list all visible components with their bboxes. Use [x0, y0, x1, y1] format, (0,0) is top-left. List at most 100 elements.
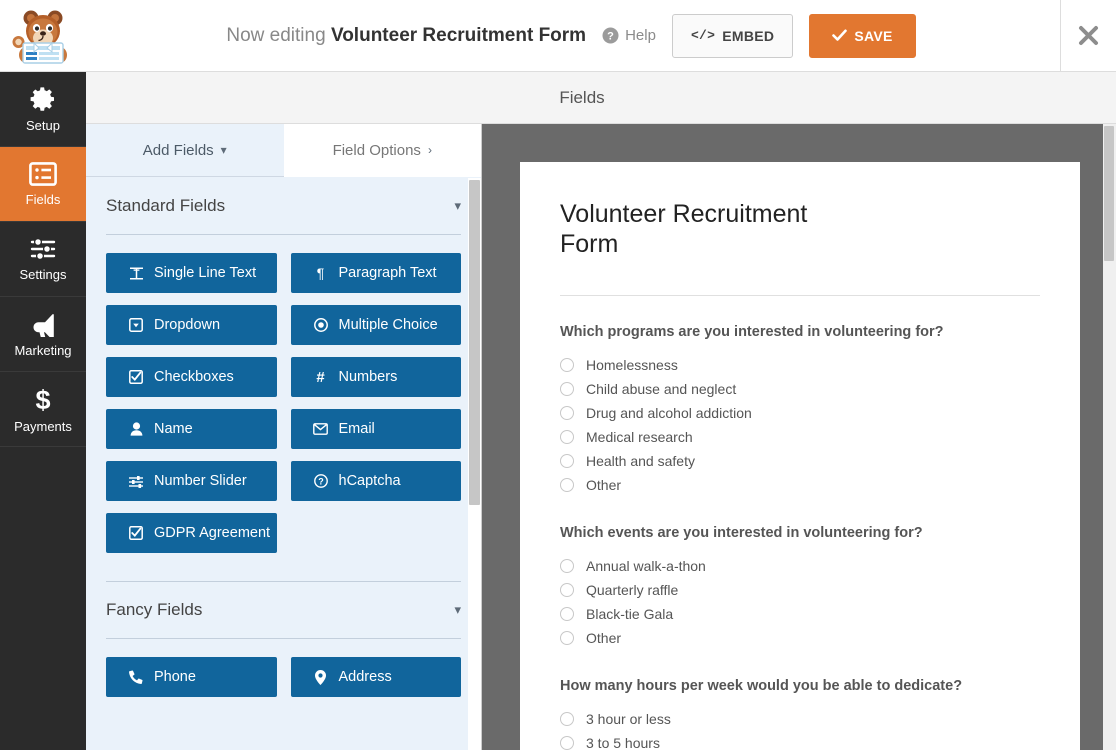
field-question-label: Which events are you interested in volun…	[560, 525, 923, 541]
choice-option[interactable]: Black-tie Gala	[560, 602, 1040, 626]
field-label: Email	[338, 421, 375, 437]
wpforms-logo	[0, 0, 86, 72]
field-button-number-slider[interactable]: Number Slider	[106, 461, 277, 501]
radio-icon[interactable]	[560, 736, 574, 750]
choice-option[interactable]: Child abuse and neglect	[560, 377, 1040, 401]
field-label: Numbers	[338, 369, 398, 385]
svg-text:$: $	[35, 385, 50, 413]
pilcrow-icon: ¶	[316, 265, 325, 281]
sliders-icon	[128, 475, 144, 488]
choice-label: Annual walk-a-thon	[586, 558, 706, 574]
help-label: Help	[625, 27, 656, 44]
sidebar-item-fields[interactable]: Fields	[0, 147, 86, 222]
form-field-question-1[interactable]: Which programs are you interested in vol…	[560, 324, 1040, 497]
tab-add-fields[interactable]: Add Fields ▾	[86, 124, 284, 176]
phone-icon	[128, 670, 144, 684]
radio-icon[interactable]	[560, 559, 574, 573]
choice-label: 3 to 5 hours	[586, 735, 660, 750]
sliders-icon	[30, 237, 56, 261]
embed-button[interactable]: </> EMBED	[671, 13, 794, 58]
field-label: hCaptcha	[338, 473, 401, 489]
radio-icon[interactable]	[560, 454, 574, 468]
choice-option[interactable]: Annual walk-a-thon	[560, 554, 1040, 578]
sidebar-item-payments[interactable]: $ Payments	[0, 372, 86, 447]
field-label: Address	[338, 669, 392, 685]
page-title: Fields	[559, 87, 605, 107]
form-preview-card: Volunteer Recruitment Form Which program…	[520, 162, 1080, 750]
field-button-gdpr-agreement[interactable]: GDPR Agreement	[106, 513, 277, 553]
field-label: Dropdown	[154, 317, 221, 333]
sidebar-item-label: Setup	[26, 118, 60, 133]
radio-icon[interactable]	[560, 358, 574, 372]
sidebar-item-settings[interactable]: Settings	[0, 222, 86, 297]
chevron-down-icon: ▾	[454, 602, 461, 617]
form-field-question-3[interactable]: How many hours per week would you be abl…	[560, 678, 1040, 750]
field-label: Checkboxes	[154, 369, 234, 385]
embed-label: EMBED	[722, 27, 775, 44]
form-preview-area: Volunteer Recruitment Form Which program…	[482, 124, 1116, 750]
choice-option[interactable]: 3 hour or less	[560, 707, 1040, 731]
user-icon	[128, 422, 144, 436]
field-label: Name	[154, 421, 193, 437]
choice-option[interactable]: Health and safety	[560, 449, 1040, 473]
choice-option[interactable]: Other	[560, 473, 1040, 497]
field-button-address[interactable]: Address	[290, 657, 461, 697]
field-button-dropdown[interactable]: Dropdown	[106, 305, 277, 345]
field-button-numbers[interactable]: # Numbers	[290, 357, 461, 397]
header-center: Now editing Volunteer Recruitment Form ?…	[86, 13, 1060, 58]
section-standard-fields-header[interactable]: Standard Fields ▾	[106, 177, 461, 235]
tab-field-options[interactable]: Field Options ›	[283, 124, 481, 177]
radio-icon[interactable]	[560, 631, 574, 645]
radio-icon[interactable]	[560, 478, 574, 492]
fancy-fields-grid: Phone Address	[106, 639, 461, 707]
now-editing-label: Now editing Volunteer Recruitment Form	[226, 25, 586, 47]
panel-tabs: Add Fields ▾ Field Options ›	[86, 124, 481, 177]
sidebar-item-label: Marketing	[14, 342, 72, 358]
close-builder-button[interactable]	[1060, 0, 1116, 72]
save-button[interactable]: SAVE	[809, 13, 916, 58]
field-label: Multiple Choice	[338, 317, 438, 333]
standard-fields-grid: Single Line Text ¶ Paragraph Text Dropdo…	[106, 235, 461, 563]
sidebar-item-setup[interactable]: Setup	[0, 72, 86, 147]
field-button-name[interactable]: Name	[106, 409, 277, 449]
field-button-paragraph-text[interactable]: ¶ Paragraph Text	[290, 253, 461, 293]
field-button-email[interactable]: Email	[290, 409, 461, 449]
choice-option[interactable]: Quarterly raffle	[560, 578, 1040, 602]
choice-option[interactable]: Other	[560, 626, 1040, 650]
choice-option[interactable]: Homelessness	[560, 353, 1040, 377]
field-button-single-line-text[interactable]: Single Line Text	[106, 253, 277, 293]
field-question-label: How many hours per week would you be abl…	[560, 678, 963, 694]
choice-option[interactable]: Drug and alcohol addiction	[560, 401, 1040, 425]
field-button-checkboxes[interactable]: Checkboxes	[106, 357, 277, 397]
check-icon	[832, 29, 848, 41]
choice-option[interactable]: 3 to 5 hours	[560, 731, 1040, 750]
field-button-hcaptcha[interactable]: ? hCaptcha	[290, 461, 461, 501]
form-field-question-2[interactable]: Which events are you interested in volun…	[560, 525, 1040, 650]
left-panel-scrollbar-thumb[interactable]	[469, 180, 480, 505]
choice-option[interactable]: Medical research	[560, 425, 1040, 449]
section-fancy-fields-header[interactable]: Fancy Fields ▾	[106, 581, 461, 639]
field-button-multiple-choice[interactable]: Multiple Choice	[290, 305, 461, 345]
choice-label: Homelessness	[586, 357, 678, 373]
radio-icon[interactable]	[560, 382, 574, 396]
preview-scrollbar-thumb[interactable]	[1104, 126, 1114, 261]
radio-icon[interactable]	[560, 607, 574, 621]
radio-icon[interactable]	[560, 406, 574, 420]
sidebar-item-marketing[interactable]: Marketing	[0, 297, 86, 372]
list-grid-icon	[29, 162, 57, 186]
choice-label: 3 hour or less	[586, 711, 671, 727]
choice-label: Quarterly raffle	[586, 582, 679, 598]
field-label: GDPR Agreement	[154, 525, 271, 541]
help-button[interactable]: ? Help	[602, 27, 656, 44]
chevron-down-icon: ▾	[220, 143, 227, 157]
envelope-icon	[313, 423, 329, 435]
editing-form-name: Volunteer Recruitment Form	[330, 24, 587, 46]
check-square-icon	[128, 526, 144, 540]
choice-label: Medical research	[586, 429, 693, 445]
radio-icon[interactable]	[560, 430, 574, 444]
field-button-phone[interactable]: Phone	[106, 657, 277, 697]
radio-icon[interactable]	[560, 583, 574, 597]
choice-label: Health and safety	[586, 453, 695, 469]
radio-icon[interactable]	[560, 712, 574, 726]
caret-square-down-icon	[128, 318, 144, 332]
